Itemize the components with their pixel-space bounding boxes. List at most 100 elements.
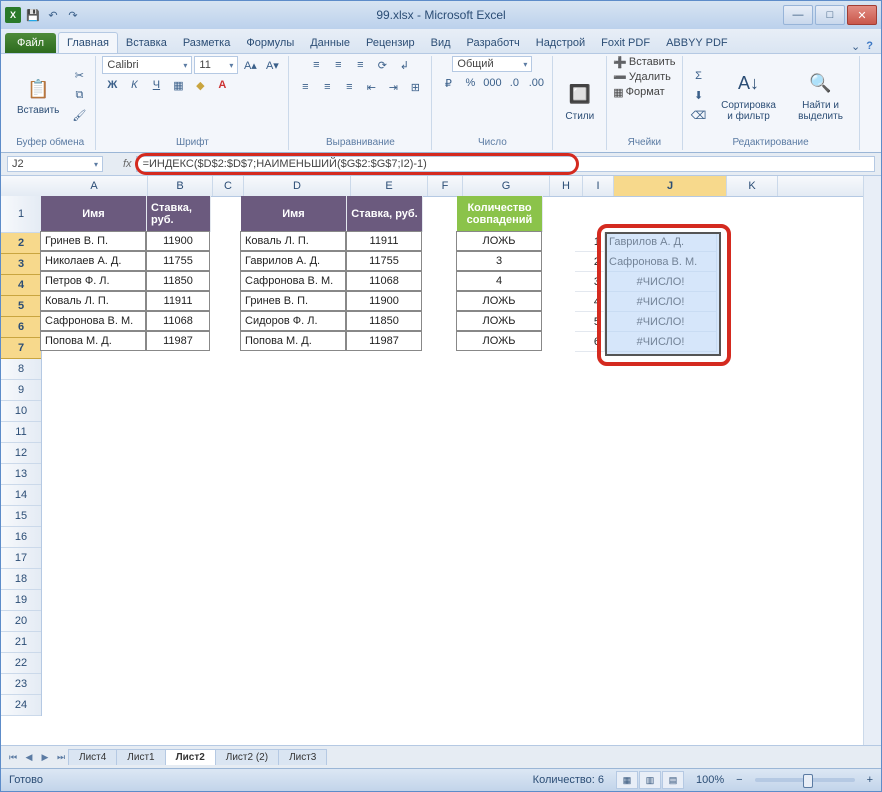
format-painter-icon[interactable]: 🖌 [69, 107, 89, 125]
row-header-4[interactable]: 4 [1, 275, 41, 296]
cell-E6[interactable]: 11850 [346, 311, 422, 331]
cell-A5[interactable]: Коваль Л. П. [40, 291, 146, 311]
orientation-icon[interactable]: ⟳ [372, 56, 392, 74]
row-header-14[interactable]: 14 [1, 485, 41, 506]
cell-B2[interactable]: 11900 [146, 231, 210, 251]
cell-D5[interactable]: Гринев В. П. [240, 291, 346, 311]
view-normal-icon[interactable]: ▦ [616, 771, 638, 789]
format-cells-icon[interactable]: ▦ [613, 86, 623, 99]
sort-filter-button[interactable]: A↓ Сортировка и фильтр [713, 68, 785, 124]
cell-D7[interactable]: Попова М. Д. [240, 331, 346, 351]
fx-icon[interactable]: fx [123, 158, 132, 170]
row-header-12[interactable]: 12 [1, 443, 41, 464]
column-headers[interactable]: ABCDEFGHIJK [41, 176, 881, 197]
cell-G3[interactable]: 3 [456, 251, 542, 271]
cell-G7[interactable]: ЛОЖЬ [456, 331, 542, 351]
col-header-H[interactable]: H [550, 176, 583, 196]
fill-color-icon[interactable]: ◆ [190, 76, 210, 94]
sheet-nav-first[interactable]: ⏮ [5, 749, 21, 765]
help-icon[interactable]: ? [866, 40, 873, 53]
tab-layout[interactable]: Разметка [175, 33, 239, 53]
styles-button[interactable]: 🔲 Стили [559, 79, 600, 124]
zoom-slider[interactable] [755, 778, 855, 782]
col-header-K[interactable]: K [727, 176, 778, 196]
cell-A6[interactable]: Сафронова В. М. [40, 311, 146, 331]
cell-G4[interactable]: 4 [456, 271, 542, 291]
number-format-combo[interactable]: Общий▾ [452, 56, 532, 72]
col-header-I[interactable]: I [583, 176, 614, 196]
name-box[interactable]: J2▾ [7, 156, 103, 172]
col-header-A[interactable]: A [41, 176, 148, 196]
row-header-13[interactable]: 13 [1, 464, 41, 485]
cell-I7[interactable]: 6 [575, 332, 605, 352]
row-header-17[interactable]: 17 [1, 548, 41, 569]
tab-data[interactable]: Данные [302, 33, 358, 53]
row-header-8[interactable]: 8 [1, 359, 41, 380]
col-header-J[interactable]: J [614, 176, 727, 196]
tab-abbyy[interactable]: ABBYY PDF [658, 33, 736, 53]
zoom-level[interactable]: 100% [696, 774, 724, 786]
cell-I2[interactable]: 1 [575, 232, 605, 252]
grow-font-icon[interactable]: A▴ [240, 56, 260, 74]
row-header-5[interactable]: 5 [1, 296, 41, 317]
cell-D4[interactable]: Сафронова В. М. [240, 271, 346, 291]
sheet-tab-Лист2[interactable]: Лист2 [165, 749, 216, 765]
cell-B1[interactable]: Ставка, руб. [147, 196, 211, 232]
col-header-D[interactable]: D [244, 176, 351, 196]
sheet-tab-Лист3[interactable]: Лист3 [278, 749, 327, 765]
percent-icon[interactable]: % [460, 74, 480, 92]
dec-decimal-icon[interactable]: .00 [526, 74, 546, 92]
row-headers[interactable]: 123456789101112131415161718192021222324 [1, 196, 42, 716]
sheet-nav-last[interactable]: ⏭ [53, 749, 69, 765]
cell-D2[interactable]: Коваль Л. П. [240, 231, 346, 251]
zoom-in-icon[interactable]: + [867, 774, 873, 786]
cell-B3[interactable]: 11755 [146, 251, 210, 271]
font-size-combo[interactable]: 11▾ [194, 56, 238, 74]
cell-I3[interactable]: 2 [575, 252, 605, 272]
row-header-20[interactable]: 20 [1, 611, 41, 632]
cell-G5[interactable]: ЛОЖЬ [456, 291, 542, 311]
cell-A4[interactable]: Петров Ф. Л. [40, 271, 146, 291]
tab-foxit[interactable]: Foxit PDF [593, 33, 658, 53]
formula-bar[interactable]: =ИНДЕКС($D$2:$D$7;НАИМЕНЬШИЙ($G$2:$G$7;I… [136, 156, 875, 172]
wrap-text-icon[interactable]: ↲ [394, 56, 414, 74]
cell-B7[interactable]: 11987 [146, 331, 210, 351]
minimize-button[interactable]: — [783, 5, 813, 25]
sheet-tab-Лист1[interactable]: Лист1 [116, 749, 165, 765]
row-header-18[interactable]: 18 [1, 569, 41, 590]
vertical-scrollbar[interactable] [863, 176, 881, 745]
cell-G1[interactable]: Количество совпадений [457, 196, 543, 232]
align-middle-icon[interactable]: ≡ [328, 56, 348, 74]
view-layout-icon[interactable]: ▥ [639, 771, 661, 789]
tab-view[interactable]: Вид [423, 33, 459, 53]
align-bottom-icon[interactable]: ≡ [350, 56, 370, 74]
align-top-icon[interactable]: ≡ [306, 56, 326, 74]
tab-developer[interactable]: Разработч [459, 33, 528, 53]
clear-icon[interactable]: ⌫ [689, 107, 709, 125]
cell-E1[interactable]: Ставка, руб. [347, 196, 423, 232]
cell-D1[interactable]: Имя [241, 196, 347, 232]
tab-home[interactable]: Главная [58, 32, 118, 53]
cell-G6[interactable]: ЛОЖЬ [456, 311, 542, 331]
row-header-16[interactable]: 16 [1, 527, 41, 548]
cell-B4[interactable]: 11850 [146, 271, 210, 291]
shrink-font-icon[interactable]: A▾ [262, 56, 282, 74]
zoom-out-icon[interactable]: − [736, 774, 742, 786]
tab-insert[interactable]: Вставка [118, 33, 175, 53]
cell-I6[interactable]: 5 [575, 312, 605, 332]
sheet-nav-next[interactable]: ▶ [37, 749, 53, 765]
underline-button[interactable]: Ч [146, 76, 166, 94]
row-header-2[interactable]: 2 [1, 233, 41, 254]
currency-icon[interactable]: ₽ [438, 74, 458, 92]
font-color-icon[interactable]: A [212, 76, 232, 94]
row-header-10[interactable]: 10 [1, 401, 41, 422]
indent-dec-icon[interactable]: ⇤ [361, 78, 381, 96]
row-header-1[interactable]: 1 [1, 196, 41, 233]
tab-review[interactable]: Рецензир [358, 33, 423, 53]
delete-cells-label[interactable]: Удалить [629, 71, 671, 84]
insert-cells-icon[interactable]: ➕ [613, 56, 627, 69]
sheet-tab-Лист4[interactable]: Лист4 [68, 749, 117, 765]
cell-E5[interactable]: 11900 [346, 291, 422, 311]
row-header-11[interactable]: 11 [1, 422, 41, 443]
cell-E7[interactable]: 11987 [346, 331, 422, 351]
